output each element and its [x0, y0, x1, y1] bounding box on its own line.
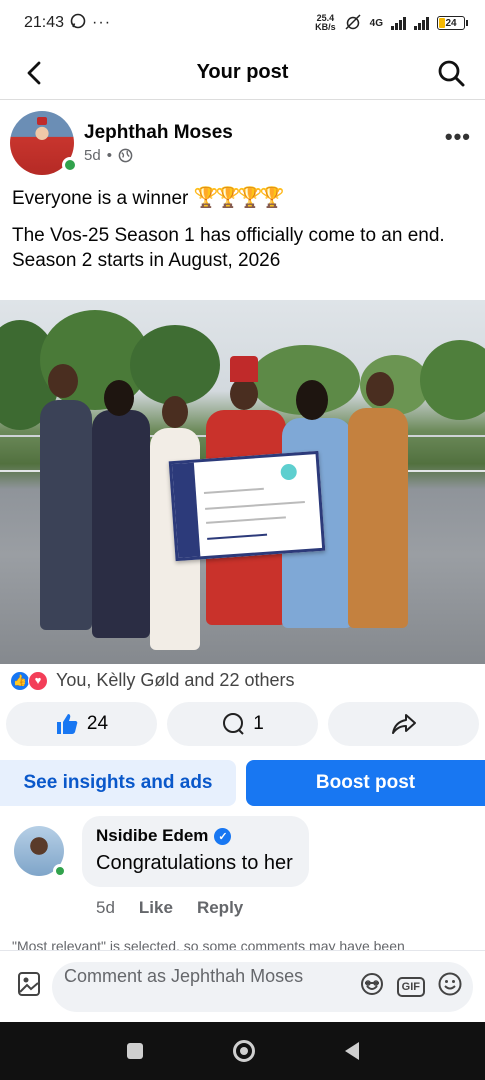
like-button[interactable]: 24 [6, 702, 157, 746]
alarm-off-icon [344, 13, 362, 33]
comment-sort-notice: "Most relevant" is selected, so some com… [12, 938, 405, 950]
search-button[interactable] [435, 57, 467, 89]
trophy-icon: 🏆 [259, 187, 285, 209]
system-nav-bar [0, 1022, 485, 1080]
home-button[interactable] [232, 1040, 255, 1062]
signal-2-icon [414, 16, 429, 30]
network-speed: 25.4 KB/s [315, 14, 336, 32]
post-time[interactable]: 5d [84, 147, 101, 164]
search-icon [438, 60, 465, 86]
comment-bubble[interactable]: Nsidibe Edem ✓ Congratulations to her [82, 816, 309, 887]
comment-icon [223, 713, 244, 735]
trophy-icon: 🏆 [193, 187, 219, 209]
verified-badge-icon: ✓ [214, 827, 232, 845]
reactions-summary[interactable]: 👍 ♥ You, Kèlly Gøld and 22 others [10, 670, 294, 691]
boost-post-button[interactable]: Boost post [246, 760, 485, 806]
reactions-text: You, Kèlly Gøld and 22 others [56, 670, 295, 690]
network-type: 4G [369, 17, 383, 29]
back-button[interactable] [18, 57, 50, 89]
commenter-name[interactable]: Nsidibe Edem [96, 826, 208, 846]
comment-text: Congratulations to her [96, 852, 293, 874]
online-indicator [62, 157, 78, 173]
comment-like-button[interactable]: Like [139, 898, 173, 918]
share-icon [391, 714, 416, 734]
commenter-avatar[interactable] [14, 826, 67, 878]
back-arrow-icon [27, 61, 41, 84]
online-indicator [53, 864, 67, 878]
system-back-button[interactable] [344, 1042, 359, 1060]
comment-time: 5d [96, 898, 115, 917]
post-actions: 24 1 [6, 702, 479, 746]
like-count: 24 [86, 713, 109, 734]
like-reaction-icon: 👍 [10, 670, 30, 691]
post-text-line1: Everyone is a winner [12, 188, 189, 209]
post-text: Everyone is a winner 🏆🏆🏆🏆 The Vos-25 Sea… [12, 186, 473, 285]
status-time: 21:43 [24, 14, 65, 31]
speed-unit: KB/s [315, 22, 336, 32]
author-avatar[interactable] [10, 111, 78, 175]
comment-meta: 5d Like Reply [96, 898, 243, 918]
post-author-name[interactable]: Jephthah Moses [84, 122, 233, 144]
battery-level: 24 [445, 17, 457, 29]
trophy-icon: 🏆 [215, 187, 241, 209]
whatsapp-icon [70, 13, 86, 34]
trophy-icon: 🏆 [237, 187, 263, 209]
signal-1-icon [391, 16, 406, 30]
comment-composer: Comment as Jephthah Moses GIF [0, 950, 485, 1022]
recents-button[interactable] [126, 1043, 143, 1059]
gif-button[interactable]: GIF [396, 976, 425, 997]
comment-input-placeholder: Comment as Jephthah Moses [64, 965, 304, 986]
page-title: Your post [196, 61, 289, 83]
comment-item: Nsidibe Edem ✓ Congratulations to her [14, 816, 471, 887]
see-insights-button[interactable]: See insights and ads [0, 760, 236, 806]
promo-actions: See insights and ads Boost post [0, 760, 485, 806]
thumbs-up-icon [56, 714, 78, 734]
meta-separator: • [106, 147, 112, 164]
comment-input[interactable]: Comment as Jephthah Moses GIF [52, 961, 473, 1012]
photo-attach-icon[interactable] [16, 970, 42, 1003]
love-reaction-icon: ♥ [28, 670, 48, 691]
status-bar: 21:43 ··· 25.4 KB/s 4G 24 [0, 0, 485, 46]
prize-cheque [168, 450, 326, 562]
comment-button[interactable]: 1 [167, 702, 318, 746]
more-options-button[interactable]: ••• [445, 124, 471, 150]
avatar-sticker-icon[interactable] [359, 971, 385, 1002]
emoji-icon[interactable] [437, 971, 463, 1002]
battery-icon: 24 [437, 16, 468, 30]
comment-reply-button[interactable]: Reply [197, 898, 243, 918]
app-header: Your post [0, 46, 485, 100]
post-text-line2: The Vos-25 Season 1 has officially come … [12, 225, 445, 271]
post-photo[interactable] [0, 300, 485, 664]
more-notifications-icon: ··· [92, 14, 112, 31]
comment-count: 1 [253, 713, 264, 734]
share-button[interactable] [328, 702, 479, 746]
post-header: Jephthah Moses 5d • ••• [10, 110, 475, 176]
globe-icon [118, 148, 133, 163]
